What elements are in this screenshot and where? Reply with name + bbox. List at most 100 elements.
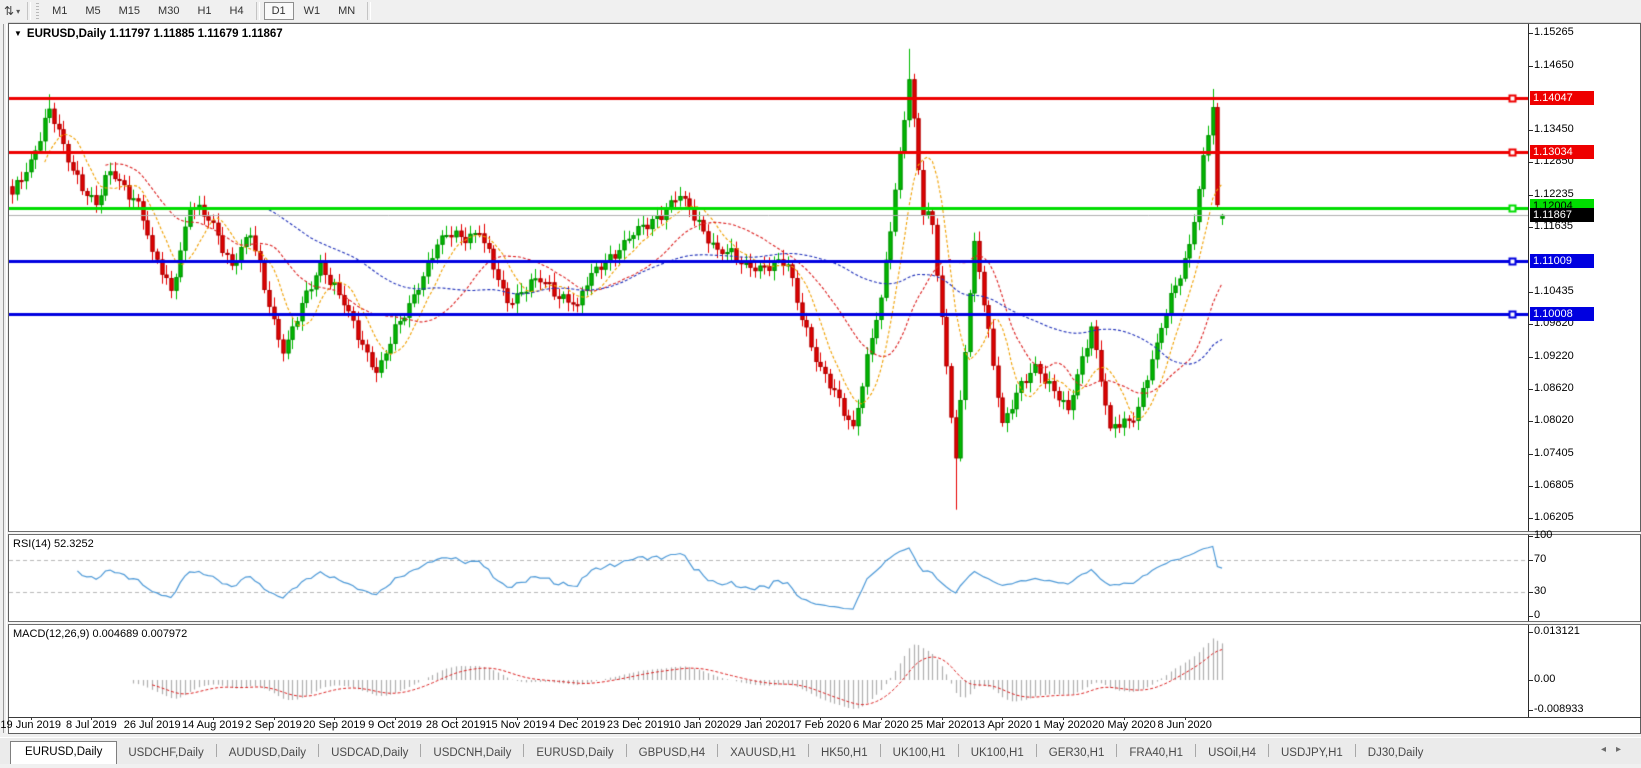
- time-axis-border: [8, 717, 1641, 718]
- price-axis-label: 1.07405: [1534, 446, 1574, 459]
- time-axis-tick: [577, 717, 578, 720]
- time-axis-tick: [213, 717, 214, 720]
- chart-tab-eurusd-daily[interactable]: EURUSD,Daily: [525, 743, 624, 764]
- price-axis-label: 1.06205: [1534, 510, 1574, 523]
- window-left-edge: [3, 24, 7, 733]
- macd-label: MACD(12,26,9) 0.004689 0.007972: [13, 628, 188, 640]
- chart-tab-usdchf-daily[interactable]: USDCHF,Daily: [117, 743, 214, 764]
- axis-tick: [1529, 592, 1533, 593]
- chart-title: ▼ EURUSD,Daily 1.11797 1.11885 1.11679 1.…: [14, 28, 283, 40]
- axis-tick: [1529, 536, 1533, 537]
- collapse-triangle-icon[interactable]: ▼: [14, 29, 22, 38]
- chart-tab-uk100-h1[interactable]: UK100,H1: [882, 743, 957, 764]
- time-axis-tick: [334, 717, 335, 720]
- price-axis-border: [1528, 24, 1529, 717]
- chart-tab-ger30-h1[interactable]: GER30,H1: [1038, 743, 1116, 764]
- axis-tick: [1529, 33, 1533, 34]
- chart-title-text: EURUSD,Daily 1.11797 1.11885 1.11679 1.1…: [26, 28, 283, 40]
- tab-separator: [1035, 744, 1037, 757]
- axis-tick: [1529, 616, 1533, 617]
- time-axis-tick: [517, 717, 518, 720]
- tab-separator: [1354, 744, 1356, 757]
- time-axis-label: 8 Jun 2020: [1157, 719, 1212, 731]
- time-axis-tick: [1063, 717, 1064, 720]
- axis-tick: [1529, 162, 1533, 164]
- timeframe-button-m15[interactable]: M15: [111, 2, 148, 20]
- timeframe-button-w1[interactable]: W1: [296, 2, 329, 20]
- chart-tab-dj30-daily[interactable]: DJ30,Daily: [1357, 743, 1435, 764]
- toolbar-grip[interactable]: [36, 3, 40, 19]
- time-axis-tick: [820, 717, 821, 720]
- price-axis-label: 100: [1534, 529, 1553, 541]
- time-axis-tick: [274, 717, 275, 720]
- axis-tick: [1529, 560, 1533, 561]
- panel-splitter[interactable]: [8, 621, 1641, 625]
- price-axis-label: -0.008933: [1534, 703, 1584, 715]
- price-axis-label: 30: [1534, 585, 1547, 597]
- timeframe-button-d1[interactable]: D1: [263, 2, 294, 20]
- price-axis-label: 1.10435: [1534, 284, 1574, 297]
- chart-tab-eurusd-daily[interactable]: EURUSD,Daily: [10, 741, 118, 764]
- axis-tick: [1529, 710, 1533, 711]
- chart-tab-audusd-daily[interactable]: AUDUSD,Daily: [218, 743, 317, 764]
- timeframe-button-m30[interactable]: M30: [150, 2, 187, 20]
- chart-tab-fra40-h1[interactable]: FRA40,H1: [1118, 743, 1194, 764]
- axis-tick: [1529, 453, 1533, 455]
- tab-scroll-right-icon[interactable]: ▸: [1616, 744, 1631, 755]
- chart-tab-gbpusd-h4[interactable]: GBPUSD,H4: [628, 743, 716, 764]
- price-axis-label: 0.00: [1534, 673, 1556, 685]
- candlestick-chart[interactable]: [9, 24, 1528, 531]
- macd-indicator-chart[interactable]: [9, 624, 1528, 717]
- axis-tick: [1529, 632, 1533, 634]
- chart-tab-usdjpy-h1[interactable]: USDJPY,H1: [1270, 743, 1354, 764]
- tab-separator: [420, 744, 422, 757]
- timeframe-buttons: M1 M5 M15 M30 H1 H4 D1 W1 MN: [43, 2, 374, 20]
- timeframe-button-m5[interactable]: M5: [77, 2, 108, 20]
- time-axis-tick: [1002, 717, 1003, 720]
- timeframe-button-mn[interactable]: MN: [330, 2, 363, 20]
- axis-tick: [1529, 356, 1533, 358]
- time-axis-tick: [1124, 717, 1125, 720]
- axis-tick: [1529, 324, 1533, 326]
- time-axis-tick: [760, 717, 761, 720]
- price-axis-label: 1.14650: [1534, 58, 1574, 71]
- axis-tick: [1529, 680, 1533, 681]
- chart-tab-uk100-h1[interactable]: UK100,H1: [960, 743, 1035, 764]
- price-axis-label: 1.13450: [1534, 123, 1574, 136]
- tab-separator: [318, 744, 320, 757]
- toolbar: ⇅ ▾ M1 M5 M15 M30 H1 H4 D1 W1 MN: [0, 0, 1641, 23]
- chart-tab-usoil-h4[interactable]: USOil,H4: [1197, 743, 1267, 764]
- price-axis-label: 1.15265: [1534, 26, 1574, 38]
- chart-tab-hk50-h1[interactable]: HK50,H1: [810, 743, 879, 764]
- timeframe-button-h4[interactable]: H4: [222, 2, 252, 20]
- chart-tab-usdcad-daily[interactable]: USDCAD,Daily: [320, 743, 419, 764]
- timeframe-button-h1[interactable]: H1: [189, 2, 219, 20]
- time-axis-tick: [699, 717, 700, 720]
- axis-tick: [1529, 227, 1533, 229]
- price-axis-label: 1.09220: [1534, 349, 1574, 362]
- price-axis-label: 1.08620: [1534, 381, 1574, 394]
- tab-separator: [215, 744, 217, 757]
- time-axis-tick: [91, 717, 92, 720]
- tab-scroll-left-icon[interactable]: ◂: [1601, 744, 1616, 755]
- time-axis-tick: [456, 717, 457, 720]
- axis-tick: [1529, 388, 1533, 390]
- tab-separator: [879, 744, 881, 757]
- time-axis-tick: [31, 717, 32, 720]
- timeframe-button-m1[interactable]: M1: [44, 2, 75, 20]
- time-axis-tick: [395, 717, 396, 720]
- chart-tab-usdcnh-daily[interactable]: USDCNH,Daily: [422, 743, 522, 764]
- toolbar-separator: [27, 2, 32, 20]
- price-axis-label: 70: [1534, 553, 1547, 565]
- rsi-indicator-chart[interactable]: [9, 534, 1528, 621]
- panel-splitter[interactable]: [8, 531, 1641, 535]
- chevron-down-icon[interactable]: ▾: [16, 7, 24, 16]
- axis-tick: [1529, 130, 1533, 132]
- level-price-badge: 1.10008: [1530, 307, 1594, 322]
- level-price-badge: 1.13034: [1530, 145, 1594, 160]
- charts-toolbar-icon[interactable]: ⇅: [0, 4, 16, 18]
- price-axis-label: 0.013121: [1534, 625, 1580, 638]
- axis-tick: [1529, 420, 1533, 422]
- chart-tab-xauusd-h1[interactable]: XAUUSD,H1: [719, 743, 807, 764]
- time-axis-tick: [1185, 717, 1186, 720]
